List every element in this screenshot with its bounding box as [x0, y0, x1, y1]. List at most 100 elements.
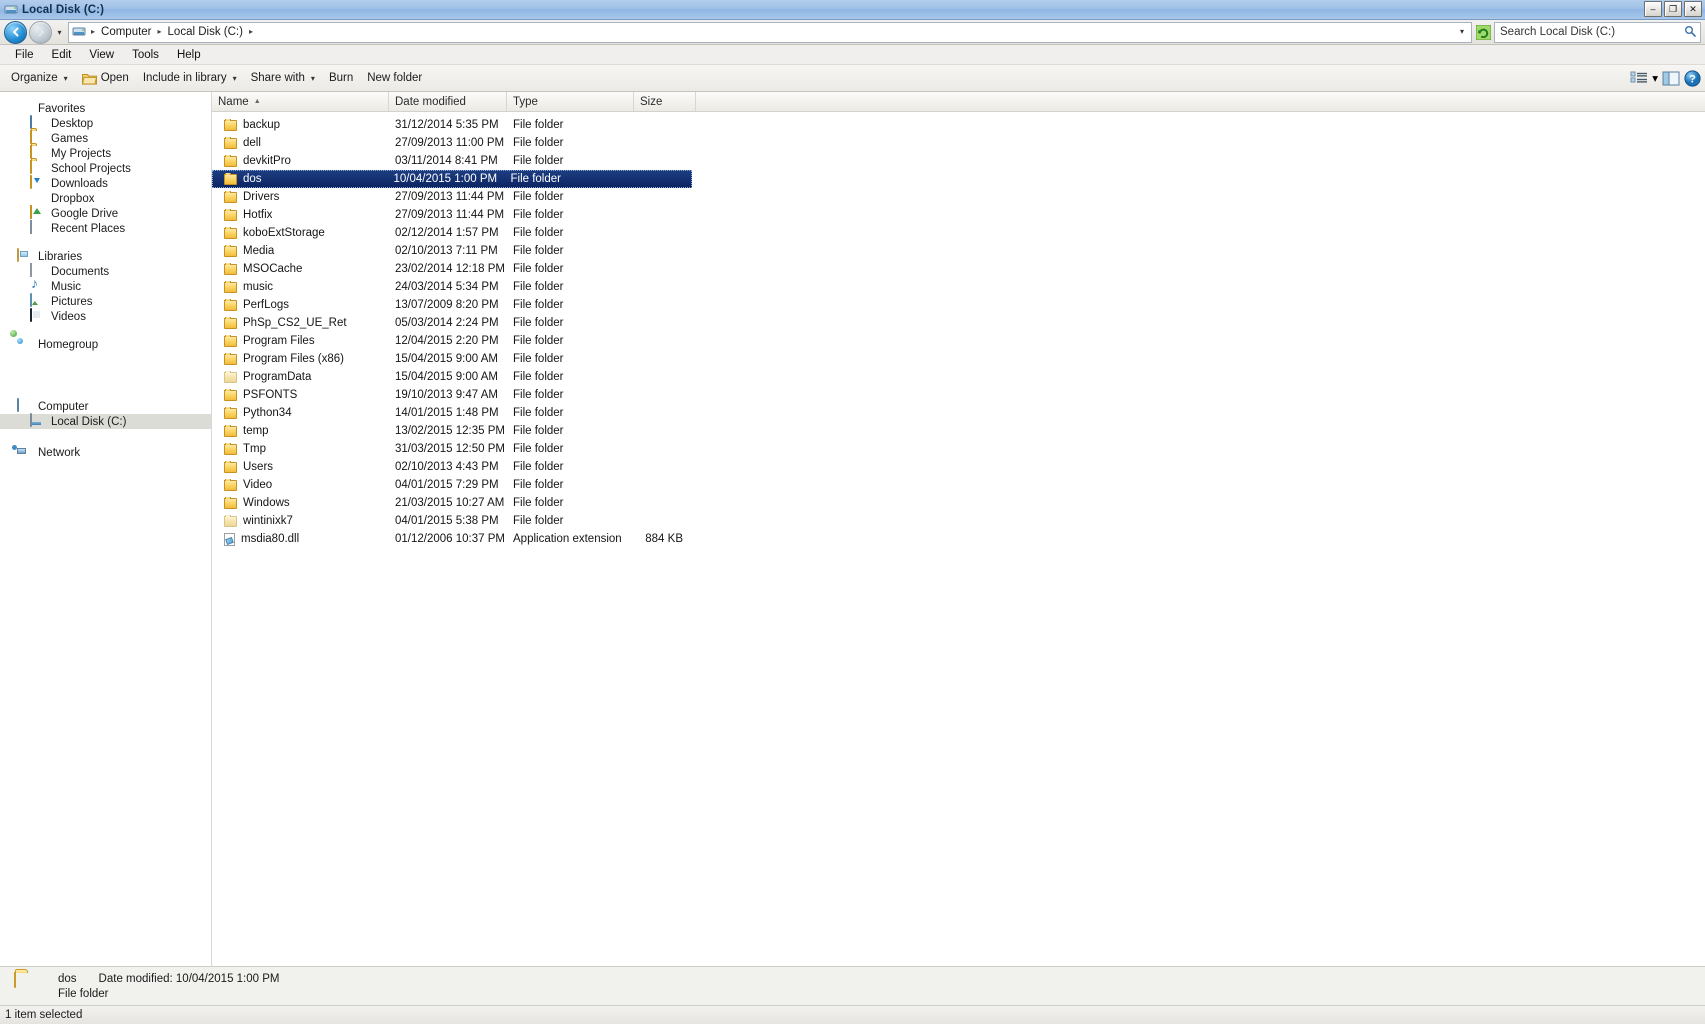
table-row[interactable]: dell 27/09/2013 11:00 PM File folder: [212, 134, 1705, 152]
table-row[interactable]: PSFONTS 19/10/2013 9:47 AM File folder: [212, 386, 1705, 404]
cell-size: 884 KB: [645, 533, 683, 545]
sidebar-item-music[interactable]: Music: [0, 279, 211, 294]
recent-pages-caret-icon[interactable]: ▾: [54, 28, 65, 37]
column-header-name[interactable]: Name ▲: [212, 92, 389, 111]
title-bar: Local Disk (C:) – ❐ ✕: [0, 0, 1705, 20]
cell-name: Drivers: [212, 191, 389, 203]
file-name-label: backup: [243, 119, 281, 131]
pictures-icon: [30, 293, 46, 309]
sidebar-item-downloads[interactable]: Downloads: [0, 175, 211, 191]
table-row[interactable]: Tmp 31/03/2015 12:50 PM File folder: [212, 440, 1705, 458]
sort-ascending-icon: ▲: [253, 98, 261, 105]
sidebar-item-local-disk-c[interactable]: Local Disk (C:): [0, 413, 211, 429]
address-dropdown-caret-icon[interactable]: ▾: [1455, 28, 1469, 36]
sidebar-item-favorites[interactable]: Favorites: [0, 101, 211, 116]
dropbox-icon: [30, 191, 46, 206]
sidebar-item-homegroup[interactable]: Homegroup: [0, 337, 211, 352]
sidebar-item-network[interactable]: Network: [0, 445, 211, 460]
breadcrumb-separator-icon[interactable]: ▸: [246, 28, 256, 36]
file-name-label: Video: [243, 479, 273, 491]
help-icon[interactable]: ?: [1684, 69, 1701, 87]
include-in-library-button[interactable]: Include in library ▾: [136, 66, 244, 90]
cell-type: File folder: [513, 479, 564, 491]
preview-pane-icon[interactable]: [1662, 71, 1680, 86]
menu-file[interactable]: File: [6, 48, 43, 62]
breadcrumb-computer[interactable]: Computer: [98, 24, 155, 41]
sidebar-item-videos[interactable]: Videos: [0, 308, 211, 324]
file-name-label: MSOCache: [243, 263, 303, 275]
column-header-date-modified[interactable]: Date modified: [389, 92, 507, 111]
sidebar-label: School Projects: [51, 162, 131, 175]
sidebar-item-dropbox[interactable]: Dropbox: [0, 191, 211, 206]
menu-view[interactable]: View: [80, 48, 123, 62]
organize-button[interactable]: Organize ▾: [4, 66, 75, 90]
folder-icon: [224, 119, 237, 131]
breadcrumb-separator-icon[interactable]: ▸: [155, 28, 165, 36]
cell-date-modified: 13/07/2009 8:20 PM: [395, 299, 499, 311]
column-header-date-label: Date modified: [395, 95, 466, 108]
table-row[interactable]: Video 04/01/2015 7:29 PM File folder: [212, 476, 1705, 494]
table-row[interactable]: backup 31/12/2014 5:35 PM File folder: [212, 116, 1705, 134]
sidebar-label: Libraries: [38, 250, 83, 263]
table-row[interactable]: ProgramData 15/04/2015 9:00 AM File folder: [212, 368, 1705, 386]
minimize-button[interactable]: –: [1644, 1, 1662, 17]
table-row[interactable]: Users 02/10/2013 4:43 PM File folder: [212, 458, 1705, 476]
sidebar-item-computer[interactable]: Computer: [0, 398, 211, 414]
view-dropdown-caret-icon[interactable]: ▾: [1652, 71, 1658, 85]
new-folder-button[interactable]: New folder: [360, 66, 429, 90]
computer-icon: [17, 398, 33, 414]
table-row[interactable]: dos 10/04/2015 1:00 PM File folder: [212, 170, 692, 188]
search-input[interactable]: Search Local Disk (C:): [1494, 21, 1701, 43]
share-with-button[interactable]: Share with ▾: [244, 66, 322, 90]
address-bar[interactable]: ▸ Computer ▸ Local Disk (C:) ▸ ▾: [68, 21, 1472, 43]
table-row[interactable]: Windows 21/03/2015 10:27 AM File folder: [212, 494, 1705, 512]
details-date-label: Date modified:: [98, 972, 173, 985]
cell-date-modified: 02/10/2013 7:11 PM: [395, 245, 498, 257]
table-row[interactable]: wintinixk7 04/01/2015 5:38 PM File folder: [212, 512, 1705, 530]
file-name-label: wintinixk7: [243, 515, 293, 527]
back-button[interactable]: [4, 20, 27, 44]
menu-help[interactable]: Help: [168, 48, 210, 62]
table-row[interactable]: PhSp_CS2_UE_Ret 05/03/2014 2:24 PM File fo…: [212, 314, 1705, 332]
nav-group-libraries: Libraries Documents Music Pictures Video…: [0, 248, 211, 324]
table-row[interactable]: Program Files 12/04/2015 2:20 PM File fold…: [212, 332, 1705, 350]
table-row[interactable]: PerfLogs 13/07/2009 8:20 PM File folder: [212, 296, 1705, 314]
search-icon[interactable]: [1684, 25, 1697, 41]
table-row[interactable]: MSOCache 23/02/2014 12:18 PM File folder: [212, 260, 1705, 278]
restore-button[interactable]: ❐: [1664, 1, 1682, 17]
table-row[interactable]: devkitPro 03/11/2014 8:41 PM File folder: [212, 152, 1705, 170]
status-text: 1 item selected: [5, 1009, 83, 1021]
menu-tools[interactable]: Tools: [123, 48, 168, 62]
table-row[interactable]: Program Files (x86) 15/04/2015 9:00 AM Fil…: [212, 350, 1705, 368]
cell-date-modified: 13/02/2015 12:35 PM: [395, 425, 505, 437]
table-row[interactable]: Hotfix 27/09/2013 11:44 PM File folder: [212, 206, 1705, 224]
file-name-label: msdia80.dll: [241, 533, 300, 545]
table-row[interactable]: Python34 14/01/2015 1:48 PM File folder: [212, 404, 1705, 422]
column-header-size[interactable]: Size: [634, 92, 696, 111]
menu-edit[interactable]: Edit: [43, 48, 81, 62]
table-row[interactable]: temp 13/02/2015 12:35 PM File folder: [212, 422, 1705, 440]
file-name-label: PerfLogs: [243, 299, 290, 311]
sidebar-item-libraries[interactable]: Libraries: [0, 248, 211, 264]
refresh-button[interactable]: [1474, 23, 1492, 42]
breadcrumb-separator-icon[interactable]: ▸: [88, 28, 98, 36]
burn-button[interactable]: Burn: [322, 66, 360, 90]
view-options-icon[interactable]: [1630, 71, 1648, 86]
sidebar-item-google-drive[interactable]: Google Drive: [0, 205, 211, 221]
close-button[interactable]: ✕: [1684, 1, 1702, 17]
table-row[interactable]: Drivers 27/09/2013 11:44 PM File folder: [212, 188, 1705, 206]
sidebar-item-recent-places[interactable]: Recent Places: [0, 220, 211, 236]
cell-date-modified: 15/04/2015 9:00 AM: [395, 371, 498, 383]
table-row[interactable]: koboExtStorage 02/12/2014 1:57 PM File fol…: [212, 224, 1705, 242]
folder-icon: [224, 371, 237, 383]
table-row[interactable]: music 24/03/2014 5:34 PM File folder: [212, 278, 1705, 296]
column-header-type[interactable]: Type: [507, 92, 634, 111]
sidebar-item-pictures[interactable]: Pictures: [0, 293, 211, 309]
open-button[interactable]: Open: [75, 66, 136, 90]
table-row[interactable]: Media 02/10/2013 7:11 PM File folder: [212, 242, 1705, 260]
breadcrumb-local-disk[interactable]: Local Disk (C:): [165, 24, 246, 41]
star-icon: [17, 101, 33, 116]
sidebar-item-school-projects[interactable]: School Projects: [0, 160, 211, 176]
table-row[interactable]: msdia80.dll 01/12/2006 10:37 PM Applicatio…: [212, 530, 1705, 548]
forward-button[interactable]: [29, 20, 52, 44]
